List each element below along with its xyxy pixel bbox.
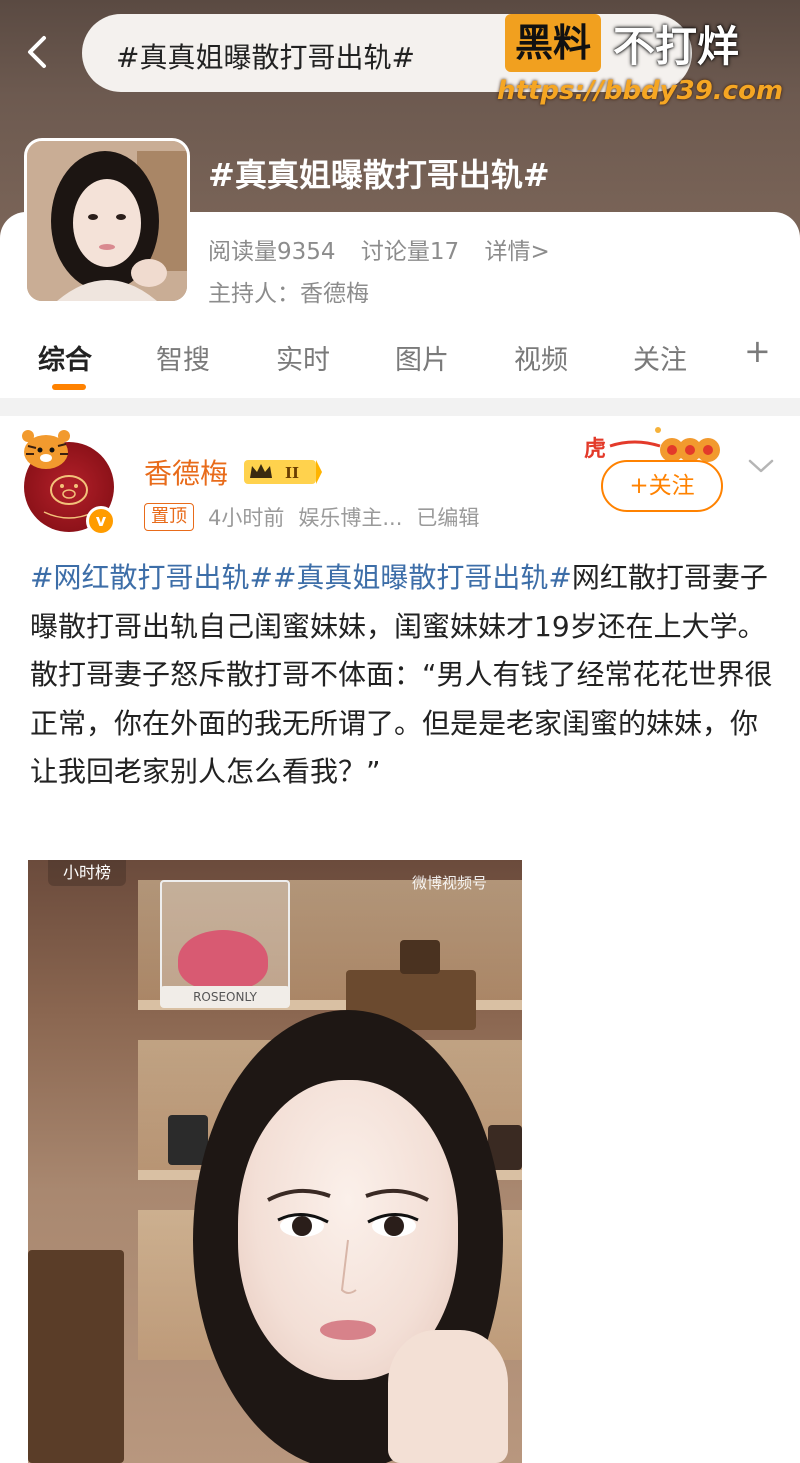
edited-label: 已编辑	[416, 506, 480, 530]
trunk-stack	[28, 1250, 124, 1463]
post-content: #网红散打哥出轨##真真姐曝散打哥出轨#网红散打哥妻子曝散打哥出轨自己闺蜜妹妹，…	[30, 554, 774, 797]
read-count: 阅读量9354	[208, 239, 336, 265]
follow-button[interactable]: +关注	[601, 460, 723, 512]
tab-bar: 综合 智搜 实时 图片 视频 关注 +	[0, 330, 800, 390]
section-divider	[0, 398, 800, 416]
topic-stats: 阅读量9354 讨论量17 详情>	[208, 232, 568, 266]
discussion-count: 讨论量17	[360, 239, 460, 265]
details-link[interactable]: 详情>	[484, 239, 549, 265]
site-watermark: 黑料 不打烊 https://bbdy39.com	[497, 10, 797, 114]
tab-following[interactable]: 关注	[633, 338, 687, 377]
back-button[interactable]	[16, 30, 60, 74]
watermark-url: https://bbdy39.com	[497, 76, 784, 106]
author-avatar[interactable]: v	[22, 430, 116, 536]
tab-smart-search[interactable]: 智搜	[156, 338, 210, 377]
active-tab-indicator	[52, 384, 86, 390]
chevron-down-icon[interactable]	[746, 456, 776, 476]
black-bag	[168, 1115, 208, 1165]
post-meta: 置顶 4小时前 娱乐博主... 已编辑	[144, 502, 493, 532]
rose-heart	[178, 930, 268, 990]
post-body: 网红散打哥妻子曝散打哥出轨自己闺蜜妹妹，闺蜜妹妹才19岁还在上大学。散打哥妻子怒…	[30, 561, 773, 788]
svg-text:II: II	[285, 464, 299, 482]
verified-icon: v	[86, 506, 116, 536]
topic-host: 主持人：香德梅	[208, 281, 369, 307]
video-brand-label: 微博视频号	[412, 874, 488, 892]
handbag	[400, 940, 440, 974]
search-query[interactable]: #真真姐曝散打哥出轨#	[116, 36, 415, 76]
hashtag-link[interactable]: #网红散打哥出轨#	[30, 561, 273, 594]
watermark-slogan: 不打烊	[613, 21, 740, 71]
chevron-left-icon	[28, 36, 46, 68]
tab-comprehensive[interactable]: 综合	[38, 338, 92, 377]
add-tab-button[interactable]: +	[744, 332, 771, 370]
tab-realtime[interactable]: 实时	[276, 338, 330, 377]
author-name[interactable]: 香德梅	[144, 452, 228, 492]
portrait-image	[27, 141, 187, 301]
tab-images[interactable]: 图片	[395, 338, 449, 377]
topic-thumbnail[interactable]	[24, 138, 190, 304]
author-role: 娱乐博主...	[298, 506, 403, 530]
pinned-badge: 置顶	[144, 503, 194, 531]
topic-title: #真真姐曝散打哥出轨#	[208, 156, 550, 194]
hashtag-link[interactable]: #真真姐曝散打哥出轨#	[273, 561, 572, 594]
post-time: 4小时前	[208, 506, 285, 530]
hourly-rank-tag: 小时榜	[48, 860, 126, 886]
hand	[388, 1330, 508, 1463]
tiger-decoration-icon	[22, 430, 70, 469]
watermark-logo: 黑料	[505, 14, 602, 72]
tab-videos[interactable]: 视频	[514, 338, 568, 377]
rose-box-label: ROSEONLY	[160, 986, 290, 1008]
level-badge: II	[244, 460, 322, 484]
svg-text:虎: 虎	[584, 436, 606, 462]
post-image[interactable]: ROSEONLY 小时榜 微博视频号	[28, 860, 522, 1463]
